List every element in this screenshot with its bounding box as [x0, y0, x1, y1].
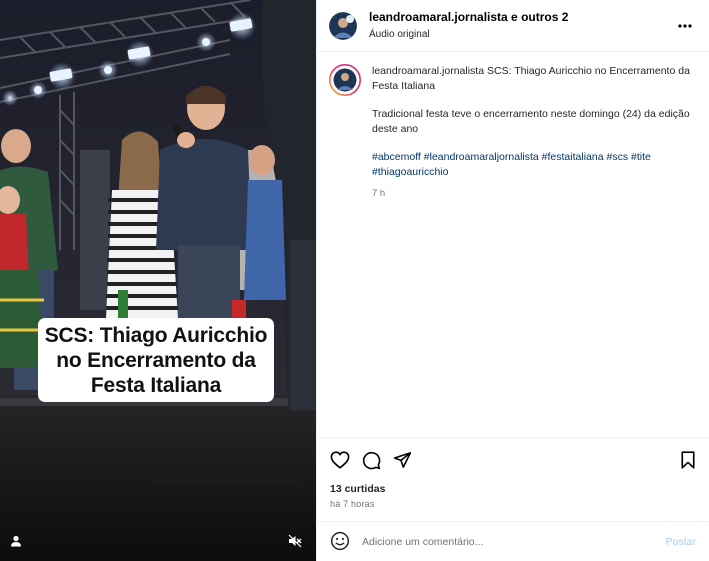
video-caption-text: SCS: Thiago Auricchio no Encerramento da…: [44, 323, 268, 397]
author-avatar[interactable]: [329, 11, 357, 40]
comment-input[interactable]: [362, 535, 658, 548]
more-horizontal-icon: [678, 23, 692, 28]
tagged-users-button[interactable]: [5, 530, 27, 552]
muted-speaker-icon: [288, 534, 302, 548]
hashtag-link[interactable]: #abcemoff: [372, 151, 421, 163]
caption-username[interactable]: leandroamaral.jornalista: [372, 65, 484, 77]
add-comment-bar: Postar: [317, 521, 709, 561]
instagram-post: SCS: Thiago Auricchio no Encerramento da…: [0, 0, 709, 561]
hashtag-link[interactable]: #scs: [606, 151, 628, 163]
caption-body: Tradicional festa teve o encerramento ne…: [372, 108, 690, 135]
hashtag-link[interactable]: #leandroamaraljornalista: [424, 151, 539, 163]
caption-comment: leandroamaral.jornalista SCS: Thiago Aur…: [329, 64, 697, 201]
bookmark-icon: [681, 451, 695, 469]
share-icon: [393, 452, 412, 468]
author-username[interactable]: leandroamaral.jornalista e outros 2: [369, 10, 673, 25]
hashtag-link[interactable]: #tite: [631, 151, 651, 163]
audio-label[interactable]: Áudio original: [369, 27, 673, 42]
heart-icon: [330, 451, 350, 469]
comment-button[interactable]: [362, 451, 381, 470]
avatar-image: [329, 11, 357, 40]
hashtag-link[interactable]: #thiagoauricchio: [372, 166, 448, 178]
mute-toggle-button[interactable]: [284, 530, 306, 552]
post-header: leandroamaral.jornalista e outros 2 Áudi…: [317, 0, 709, 52]
story-ring-avatar-icon: [329, 64, 361, 96]
like-button[interactable]: [330, 451, 350, 469]
post-age[interactable]: há 7 horas: [330, 499, 696, 509]
person-icon: [11, 535, 21, 547]
caption-timestamp[interactable]: 7 h: [372, 186, 697, 201]
stage-scene-graphic: [0, 0, 316, 561]
caption-text-block: leandroamaral.jornalista SCS: Thiago Aur…: [372, 64, 697, 201]
like-count[interactable]: 13 curtidas: [330, 483, 696, 495]
post-actions: 13 curtidas há 7 horas: [317, 437, 709, 521]
more-options-button[interactable]: [673, 16, 697, 36]
video-caption-overlay: SCS: Thiago Auricchio no Encerramento da…: [38, 318, 274, 402]
save-button[interactable]: [680, 451, 696, 469]
emoji-button[interactable]: [330, 531, 352, 553]
reel-video[interactable]: SCS: Thiago Auricchio no Encerramento da…: [0, 0, 316, 561]
hashtag-link[interactable]: #festaitaliana: [542, 151, 604, 163]
hashtag-list: #abcemoff #leandroamaraljornalista #fest…: [372, 150, 697, 180]
post-comment-button[interactable]: Postar: [666, 536, 696, 548]
share-button[interactable]: [393, 451, 412, 469]
comments-area: leandroamaral.jornalista SCS: Thiago Aur…: [317, 52, 709, 437]
emoji-smiley-icon: [330, 531, 350, 550]
post-side-panel: leandroamaral.jornalista e outros 2 Áudi…: [316, 0, 709, 561]
caption-avatar[interactable]: [329, 64, 361, 96]
comment-icon: [362, 451, 381, 469]
